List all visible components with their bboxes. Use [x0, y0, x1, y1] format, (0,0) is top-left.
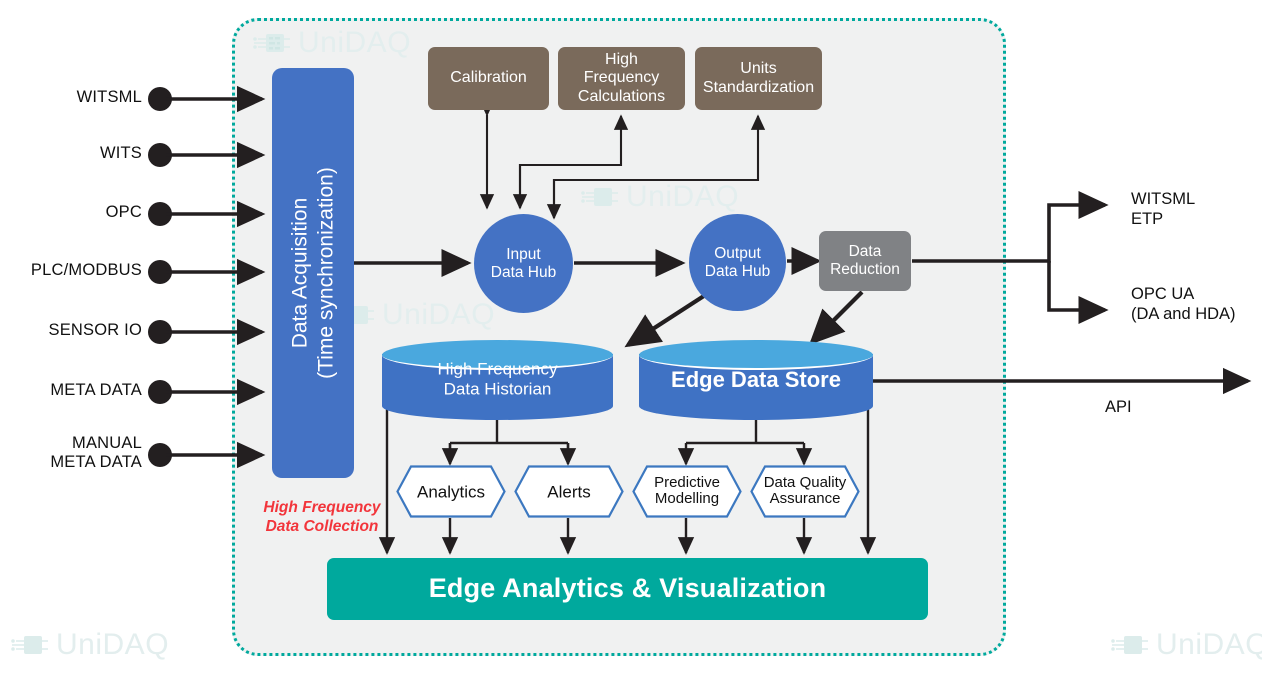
caption-line-1: High Frequency [263, 499, 381, 516]
reduction-to-outputs [912, 190, 1109, 263]
output-label-api: API [1105, 398, 1132, 418]
diagram-canvas: UniDAQ UniDAQ UniDAQ UniDAQ UniDAQ WITSM… [0, 0, 1262, 673]
units-standardization-up [552, 114, 766, 218]
units-standardization-down [546, 178, 758, 220]
historian-line-2: Data Historian [443, 380, 552, 399]
output-hub-label: Output Data Hub [705, 245, 770, 281]
source-label-plc-modbus: PLC/MODBUS [30, 261, 142, 279]
edge-store-line-1: Edge Data Store [671, 366, 841, 392]
input-hub-label: Input Data Hub [491, 246, 556, 282]
source-label-witsml: WITSML [76, 88, 142, 106]
function-hexagon-predictive-modelling[interactable]: Predictive Modelling [632, 465, 742, 518]
hf-calculations-up [518, 114, 629, 208]
historian-label: High Frequency Data Historian [382, 360, 613, 401]
hf-calc-line-1: High [605, 50, 638, 68]
daq-line-2: (Time synchronization) [314, 167, 337, 379]
hf-calc-line-2: Frequency [583, 69, 660, 87]
witsml-etp-line-1: WITSML [1131, 190, 1196, 208]
historian-line-1: High Frequency [437, 359, 558, 379]
historian-branch [448, 420, 570, 462]
predictive-line-2: Modelling [654, 490, 720, 508]
edge-store-branch [686, 420, 804, 445]
source-label-sensor-io: SENSOR IO [48, 321, 142, 339]
data-reduction-to-edge-store [809, 290, 864, 345]
witsml-etp-line-2: ETP [1131, 209, 1164, 228]
units-std-label: Units Standardization [703, 60, 814, 97]
units-std-line-1: Units [740, 60, 777, 78]
opc-ua-line-1: OPC UA [1131, 285, 1195, 303]
alerts-label: Alerts [514, 482, 624, 501]
caption-line-2: Data Collection [265, 518, 379, 536]
input-data-hub[interactable]: Input Data Hub [474, 214, 573, 313]
output-hub-historian-link [624, 261, 745, 348]
analytics-line-1: Analytics [416, 481, 486, 501]
reduction-line-2: Reduction [830, 261, 900, 278]
predictive-line-1: Predictive [654, 473, 720, 491]
high-frequency-data-historian[interactable]: High Frequency Data Historian [382, 340, 613, 420]
dqa-line-2: Assurance [769, 490, 841, 508]
reduction-to-opcua [1047, 261, 1109, 325]
source-label-wits: WITS [99, 144, 142, 162]
output-hub-line-2: Data Hub [704, 262, 771, 280]
predictive-label: Predictive Modelling [632, 473, 742, 509]
data-reduction-box[interactable]: Data Reduction [819, 231, 911, 291]
process-box-units-standardization[interactable]: Units Standardization [695, 47, 822, 110]
source-label-meta-data: META DATA [50, 381, 142, 399]
edge-analytics-visualization-banner[interactable]: Edge Analytics & Visualization [327, 558, 928, 620]
hf-calc-label: High Frequency Calculations [578, 51, 665, 106]
source-label-opc: OPC [105, 203, 142, 221]
cylinder-top [639, 340, 873, 370]
alerts-line-1: Alerts [547, 481, 591, 501]
data-acquisition-label: Data Acquisition (Time synchronization) [287, 73, 338, 473]
edge-data-store-label: Edge Data Store [639, 367, 873, 393]
dqa-line-1: Data Quality [763, 473, 847, 491]
data-acquisition-block[interactable]: Data Acquisition (Time synchronization) [272, 68, 354, 478]
hf-calc-line-3: Calculations [577, 87, 666, 105]
banner-label: Edge Analytics & Visualization [428, 573, 827, 604]
process-box-high-frequency-calculations[interactable]: High Frequency Calculations [558, 47, 685, 110]
input-hub-line-1: Input [506, 245, 541, 263]
reduction-line-1: Data [848, 243, 882, 261]
function-hexagon-analytics[interactable]: Analytics [396, 465, 506, 518]
dqa-label: Data Quality Assurance [750, 473, 860, 509]
output-hub-line-1: Output [714, 244, 761, 262]
high-frequency-data-collection-caption: High Frequency Data Collection [248, 498, 396, 537]
output-label-witsml-etp: WITSML ETP [1131, 190, 1195, 230]
data-reduction-label: Data Reduction [830, 243, 900, 279]
analytics-label: Analytics [396, 482, 506, 501]
calibration-label: Calibration [450, 69, 527, 87]
output-data-hub[interactable]: Output Data Hub [689, 214, 786, 311]
opc-ua-line-2: (DA and HDA) [1131, 304, 1236, 323]
input-hub-line-2: Data Hub [490, 263, 557, 281]
source-label-manual-meta-data: MANUAL META DATA [50, 434, 142, 472]
function-hexagon-data-quality-assurance[interactable]: Data Quality Assurance [750, 465, 860, 518]
daq-line-1: Data Acquisition [288, 197, 312, 349]
source-connectors [148, 85, 266, 469]
output-label-opc-ua: OPC UA (DA and HDA) [1131, 285, 1236, 325]
function-hexagon-alerts[interactable]: Alerts [514, 465, 624, 518]
hf-calculations-down [512, 163, 621, 210]
edge-data-store[interactable]: Edge Data Store [639, 340, 873, 420]
api-line-1: API [1105, 398, 1132, 416]
units-std-line-2: Standardization [702, 78, 815, 96]
process-box-calibration[interactable]: Calibration [428, 47, 549, 110]
